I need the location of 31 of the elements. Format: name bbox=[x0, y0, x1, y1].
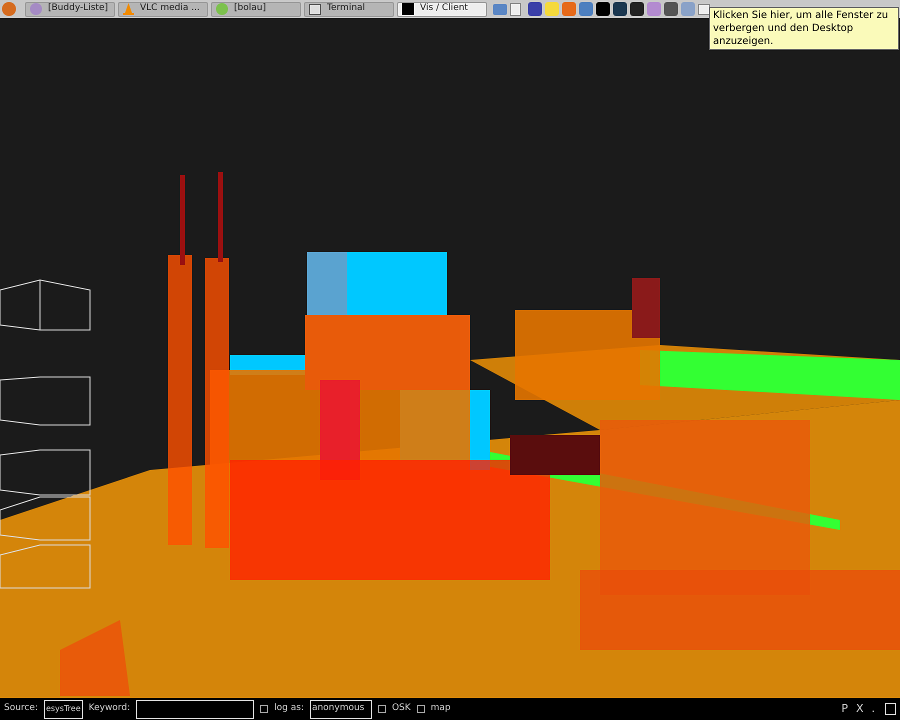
toolbar-command[interactable]: P bbox=[840, 700, 849, 718]
source-label: Source: bbox=[4, 702, 38, 716]
checkbox[interactable] bbox=[260, 705, 268, 713]
toolbar-command[interactable]: X bbox=[854, 700, 864, 718]
window-icon[interactable] bbox=[885, 703, 896, 715]
tray-icon[interactable] bbox=[596, 2, 610, 16]
option-label: map bbox=[430, 702, 451, 716]
taskbar-button[interactable]: Vis / Client bbox=[397, 2, 487, 16]
taskbar-button[interactable]: [Buddy-Liste] bbox=[25, 2, 115, 16]
checkbox[interactable] bbox=[416, 705, 425, 713]
checkbox[interactable] bbox=[378, 705, 386, 713]
option-label: log as: bbox=[274, 702, 304, 716]
tray-icon[interactable] bbox=[613, 2, 627, 16]
document-icon[interactable] bbox=[510, 2, 521, 16]
keyword-label: Keyword: bbox=[88, 702, 130, 716]
show-desktop-icon[interactable] bbox=[698, 4, 710, 14]
tray-icon[interactable] bbox=[528, 2, 542, 16]
taskbar-button[interactable]: [bolau] bbox=[211, 2, 301, 16]
keyword-field[interactable] bbox=[136, 700, 254, 718]
toolbar-command[interactable]: . bbox=[870, 700, 876, 718]
terminal-icon bbox=[309, 4, 321, 14]
login-field[interactable]: anonymous bbox=[310, 700, 372, 718]
option-label: OSK bbox=[392, 702, 411, 716]
source-field[interactable]: esysTree bbox=[44, 700, 83, 718]
tray-icon[interactable] bbox=[630, 2, 644, 16]
taskbar-button[interactable]: Terminal bbox=[304, 2, 394, 16]
app-icon bbox=[402, 3, 414, 15]
cone-icon bbox=[123, 3, 134, 15]
chat-icon bbox=[30, 3, 42, 15]
taskbar-button[interactable]: VLC media ... bbox=[118, 2, 208, 16]
tooltip: Klicken Sie hier, um alle Fenster zu verbergen und den Desktop anzuzeigen. bbox=[709, 7, 899, 50]
